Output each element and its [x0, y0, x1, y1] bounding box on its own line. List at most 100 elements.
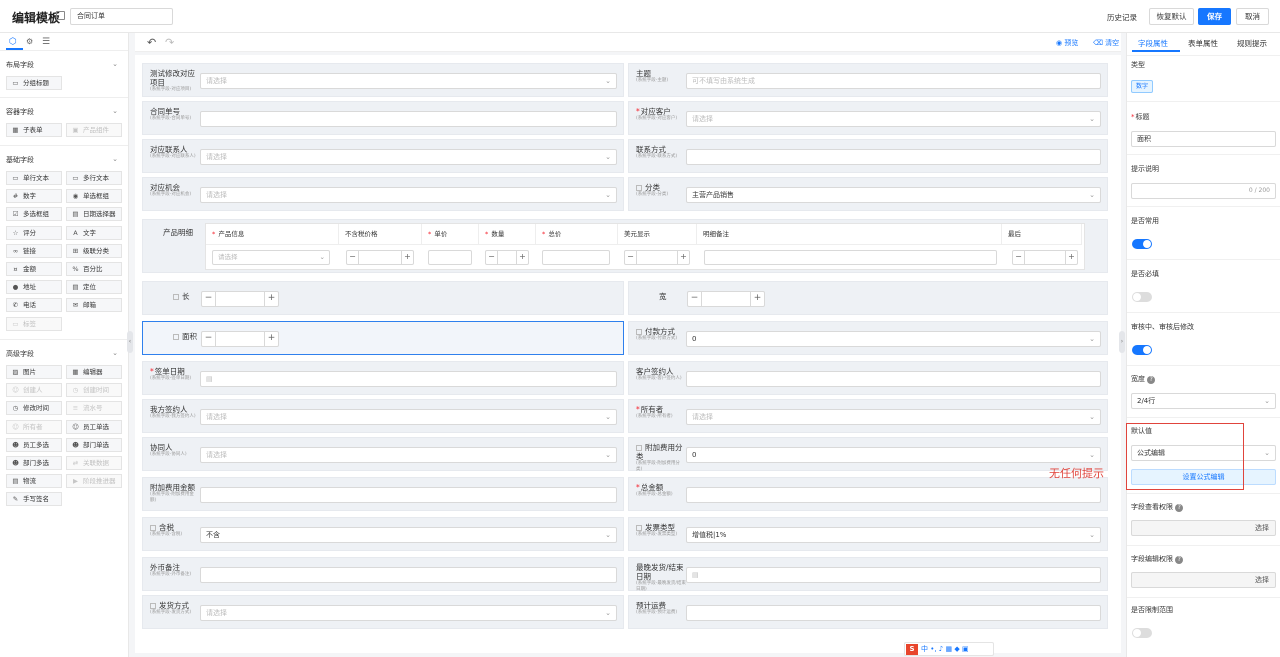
palette-item[interactable]: ☑ 多选框组: [6, 207, 62, 222]
clear-button[interactable]: ⌫ 清空: [1093, 38, 1119, 48]
palette-item[interactable]: ▨ 图片: [6, 365, 62, 379]
form-field[interactable]: 主题 (系统字段-主题) 可不填写由系统生成: [628, 63, 1108, 97]
form-field[interactable]: *对应客户 (系统字段-对应客户) 请选择 ⌄: [628, 101, 1108, 135]
checkbox-icon[interactable]: [636, 329, 642, 335]
number-stepper[interactable]: − +: [201, 331, 279, 347]
form-field[interactable]: 附加费用金额 (系统字段-附加费用金额): [142, 477, 624, 511]
field-input[interactable]: [686, 605, 1101, 621]
form-field[interactable]: 测试修改对应项目 (系统字段-对应项目) 请选择 ⌄: [142, 63, 624, 97]
title-input[interactable]: 面积: [1131, 131, 1276, 147]
field-select[interactable]: 主营产品销售 ⌄: [686, 187, 1101, 203]
palette-item[interactable]: ◉ 单选框组: [66, 189, 122, 204]
group-title[interactable]: 高级字段: [6, 349, 34, 359]
audit-toggle[interactable]: [1132, 345, 1152, 355]
palette-item[interactable]: ◷ 修改时间: [6, 401, 62, 416]
tab-rule-hints[interactable]: 规则提示: [1237, 38, 1267, 49]
date-input[interactable]: ▤: [686, 567, 1101, 583]
palette-item[interactable]: ⊞ 级联分类: [66, 243, 122, 258]
number-stepper[interactable]: − +: [687, 291, 765, 307]
checkbox-icon[interactable]: [173, 334, 179, 340]
field-select[interactable]: 请选择 ⌄: [200, 605, 617, 621]
group-title[interactable]: 容器字段: [6, 107, 34, 117]
table-number-stepper[interactable]: − +: [346, 250, 414, 265]
form-field[interactable]: 含税 (系统字段-含税) 不含 ⌄: [142, 517, 624, 551]
table-number-stepper[interactable]: − +: [485, 250, 529, 265]
minus-icon[interactable]: −: [486, 251, 498, 264]
tab-field-props[interactable]: 字段属性: [1138, 38, 1168, 49]
palette-item[interactable]: % 百分比: [66, 262, 122, 276]
chevron-down-icon[interactable]: ⌄: [112, 349, 118, 357]
common-toggle[interactable]: [1132, 239, 1152, 249]
form-field[interactable]: 预计运费 (系统字段-预计运费): [628, 595, 1108, 629]
palette-item[interactable]: ✆ 电话: [6, 298, 62, 313]
palette-item[interactable]: ✉ 邮箱: [66, 298, 122, 313]
form-field[interactable]: 我方签约人 (系统字段-我方签约人) 请选择 ⌄: [142, 399, 624, 433]
field-select[interactable]: 请选择 ⌄: [200, 447, 617, 463]
palette-item[interactable]: ☻ 部门多选: [6, 456, 62, 470]
tab-form-props[interactable]: 表单属性: [1188, 38, 1218, 49]
outline-tab-icon[interactable]: ☰: [42, 37, 50, 47]
field-input[interactable]: [200, 567, 617, 583]
palette-item[interactable]: ▭ 分组标题: [6, 76, 62, 90]
hint-input[interactable]: 0 / 200: [1131, 183, 1276, 199]
field-select[interactable]: 0 ⌄: [686, 331, 1101, 347]
form-field[interactable]: *所有者 (系统字段-所有者) 请选择 ⌄: [628, 399, 1108, 433]
minus-icon[interactable]: −: [688, 292, 702, 306]
form-field[interactable]: 发货方式 (系统字段-发货方式) 请选择 ⌄: [142, 595, 624, 629]
edit-perm-select[interactable]: 选择: [1131, 572, 1276, 588]
plus-icon[interactable]: +: [1065, 251, 1077, 264]
help-icon[interactable]: ?: [1175, 556, 1184, 564]
palette-item[interactable]: # 数字: [6, 189, 62, 204]
plus-icon[interactable]: +: [264, 332, 278, 346]
field-select[interactable]: 请选择 ⌄: [200, 187, 617, 203]
palette-item[interactable]: ▭ 单行文本: [6, 171, 62, 185]
chevron-down-icon[interactable]: ⌄: [112, 60, 118, 68]
restore-default-button[interactable]: 恢复默认: [1149, 8, 1194, 25]
table-input[interactable]: [428, 250, 472, 265]
palette-item[interactable]: ∞ 链接: [6, 243, 62, 258]
palette-item[interactable]: ☆ 评分: [6, 225, 62, 240]
components-tab-icon[interactable]: ⬡: [9, 37, 17, 47]
table-input[interactable]: [704, 250, 997, 265]
settings-tab-icon[interactable]: ⚙: [26, 37, 33, 46]
palette-item[interactable]: ☻ 部门单选: [66, 437, 122, 452]
form-field[interactable]: 客户签约人 (系统字段-客户签约人): [628, 361, 1108, 395]
preview-button[interactable]: ◉ 预览: [1056, 38, 1078, 48]
minus-icon[interactable]: −: [1013, 251, 1025, 264]
chevron-down-icon[interactable]: ⌄: [112, 155, 118, 163]
view-perm-select[interactable]: 选择: [1131, 520, 1276, 536]
plus-icon[interactable]: +: [677, 251, 689, 264]
width-select[interactable]: 2/4行 ⌄: [1131, 393, 1276, 409]
field-select[interactable]: 请选择 ⌄: [200, 409, 617, 425]
plus-icon[interactable]: +: [264, 292, 278, 306]
palette-item[interactable]: ▦ 子表单: [6, 123, 62, 137]
checkbox-icon[interactable]: [150, 603, 156, 609]
palette-item[interactable]: ▤ 定位: [66, 280, 122, 295]
field-select[interactable]: 请选择 ⌄: [200, 73, 617, 89]
product-table-field[interactable]: 产品明细 * 产品信息 不含税价格 * 单价 * 数量 * 总价 美元显示 明细备注 最后 请选…: [142, 219, 1108, 273]
ime-toolbar[interactable]: S中 •, ♪ ▦ ◆ ▣: [904, 642, 994, 656]
save-button[interactable]: 保存: [1198, 8, 1231, 25]
form-field[interactable]: 合同单号 (系统字段-合同单号): [142, 101, 624, 135]
palette-item[interactable]: ✎ 手写签名: [6, 492, 62, 507]
plus-icon[interactable]: +: [516, 251, 528, 264]
field-select[interactable]: 增值税|1% ⌄: [686, 527, 1101, 543]
minus-icon[interactable]: −: [202, 332, 216, 346]
form-field[interactable]: 宽 − +: [628, 281, 1108, 315]
field-input[interactable]: [686, 371, 1101, 387]
plus-icon[interactable]: +: [401, 251, 413, 264]
minus-icon[interactable]: −: [347, 251, 359, 264]
plus-icon[interactable]: +: [750, 292, 764, 306]
history-link[interactable]: 历史记录: [1107, 12, 1137, 23]
required-toggle[interactable]: [1132, 292, 1152, 302]
palette-item[interactable]: ▤ 物流: [6, 474, 62, 489]
help-icon[interactable]: ?: [1175, 504, 1184, 512]
form-field[interactable]: 对应机会 (系统字段-对应机会) 请选择 ⌄: [142, 177, 624, 211]
field-select[interactable]: 0 ⌄: [686, 447, 1101, 463]
form-field[interactable]: 分类 (系统字段-分类) 主营产品销售 ⌄: [628, 177, 1108, 211]
product-select[interactable]: 请选择 ⌄: [212, 250, 330, 265]
table-input[interactable]: [542, 250, 610, 265]
minus-icon[interactable]: −: [202, 292, 216, 306]
field-input[interactable]: 可不填写由系统生成: [686, 73, 1101, 89]
palette-item[interactable]: ☺ 员工单选: [66, 419, 122, 434]
